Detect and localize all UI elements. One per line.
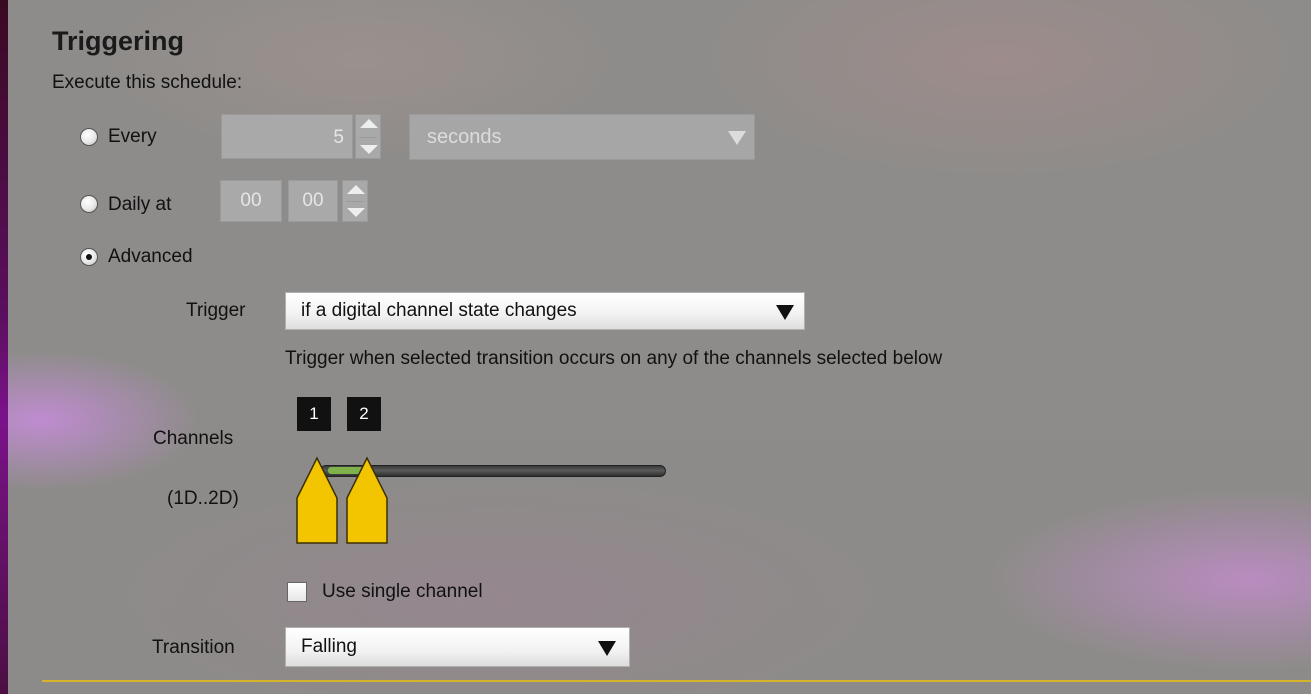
trigger-select[interactable]: if a digital channel state changes — [285, 292, 805, 330]
schedule-subtitle: Execute this schedule: — [52, 72, 243, 93]
radio-selected-dot — [86, 254, 92, 260]
chevron-down-icon — [728, 131, 746, 145]
daily-minute-input[interactable]: 00 — [288, 180, 338, 222]
use-single-channel-checkbox[interactable] — [287, 582, 307, 602]
channel-badge-1: 1 — [297, 397, 331, 431]
every-label: Every — [108, 126, 157, 147]
channels-range-label: (1D..2D) — [167, 488, 239, 509]
spinner-divider — [359, 136, 377, 138]
spinner-up-icon[interactable] — [360, 119, 378, 128]
spinner-up-icon[interactable] — [347, 185, 365, 194]
section-title: Triggering — [52, 26, 185, 56]
slider-handle-start[interactable] — [294, 456, 340, 546]
every-spinner[interactable] — [355, 114, 381, 159]
slider-handle-end[interactable] — [344, 456, 390, 546]
advanced-radio[interactable] — [80, 248, 98, 266]
left-accent-bar — [0, 0, 8, 694]
background — [0, 0, 1311, 694]
section-divider — [42, 680, 1311, 682]
spinner-down-icon[interactable] — [347, 208, 365, 217]
spinner-divider — [346, 201, 364, 202]
every-radio[interactable] — [80, 128, 98, 146]
daily-label: Daily at — [108, 194, 172, 215]
advanced-label: Advanced — [108, 246, 193, 267]
every-unit-select[interactable]: seconds — [409, 114, 755, 160]
trigger-description: Trigger when selected transition occurs … — [285, 348, 943, 369]
chevron-down-icon — [598, 641, 616, 656]
transition-label: Transition — [152, 637, 235, 658]
channels-label: Channels — [153, 428, 234, 449]
transition-select[interactable]: Falling — [285, 627, 630, 667]
every-unit-value: seconds — [427, 126, 502, 148]
trigger-select-value: if a digital channel state changes — [301, 300, 577, 321]
every-value-input[interactable]: 5 — [221, 114, 353, 159]
daily-radio[interactable] — [80, 195, 98, 213]
use-single-channel-label: Use single channel — [322, 581, 483, 602]
transition-select-value: Falling — [301, 636, 357, 657]
daily-spinner[interactable] — [342, 180, 368, 222]
daily-hour-input[interactable]: 00 — [220, 180, 282, 222]
channel-badge-2: 2 — [347, 397, 381, 431]
trigger-label: Trigger — [186, 300, 246, 321]
spinner-down-icon[interactable] — [360, 145, 378, 154]
chevron-down-icon — [776, 305, 794, 320]
